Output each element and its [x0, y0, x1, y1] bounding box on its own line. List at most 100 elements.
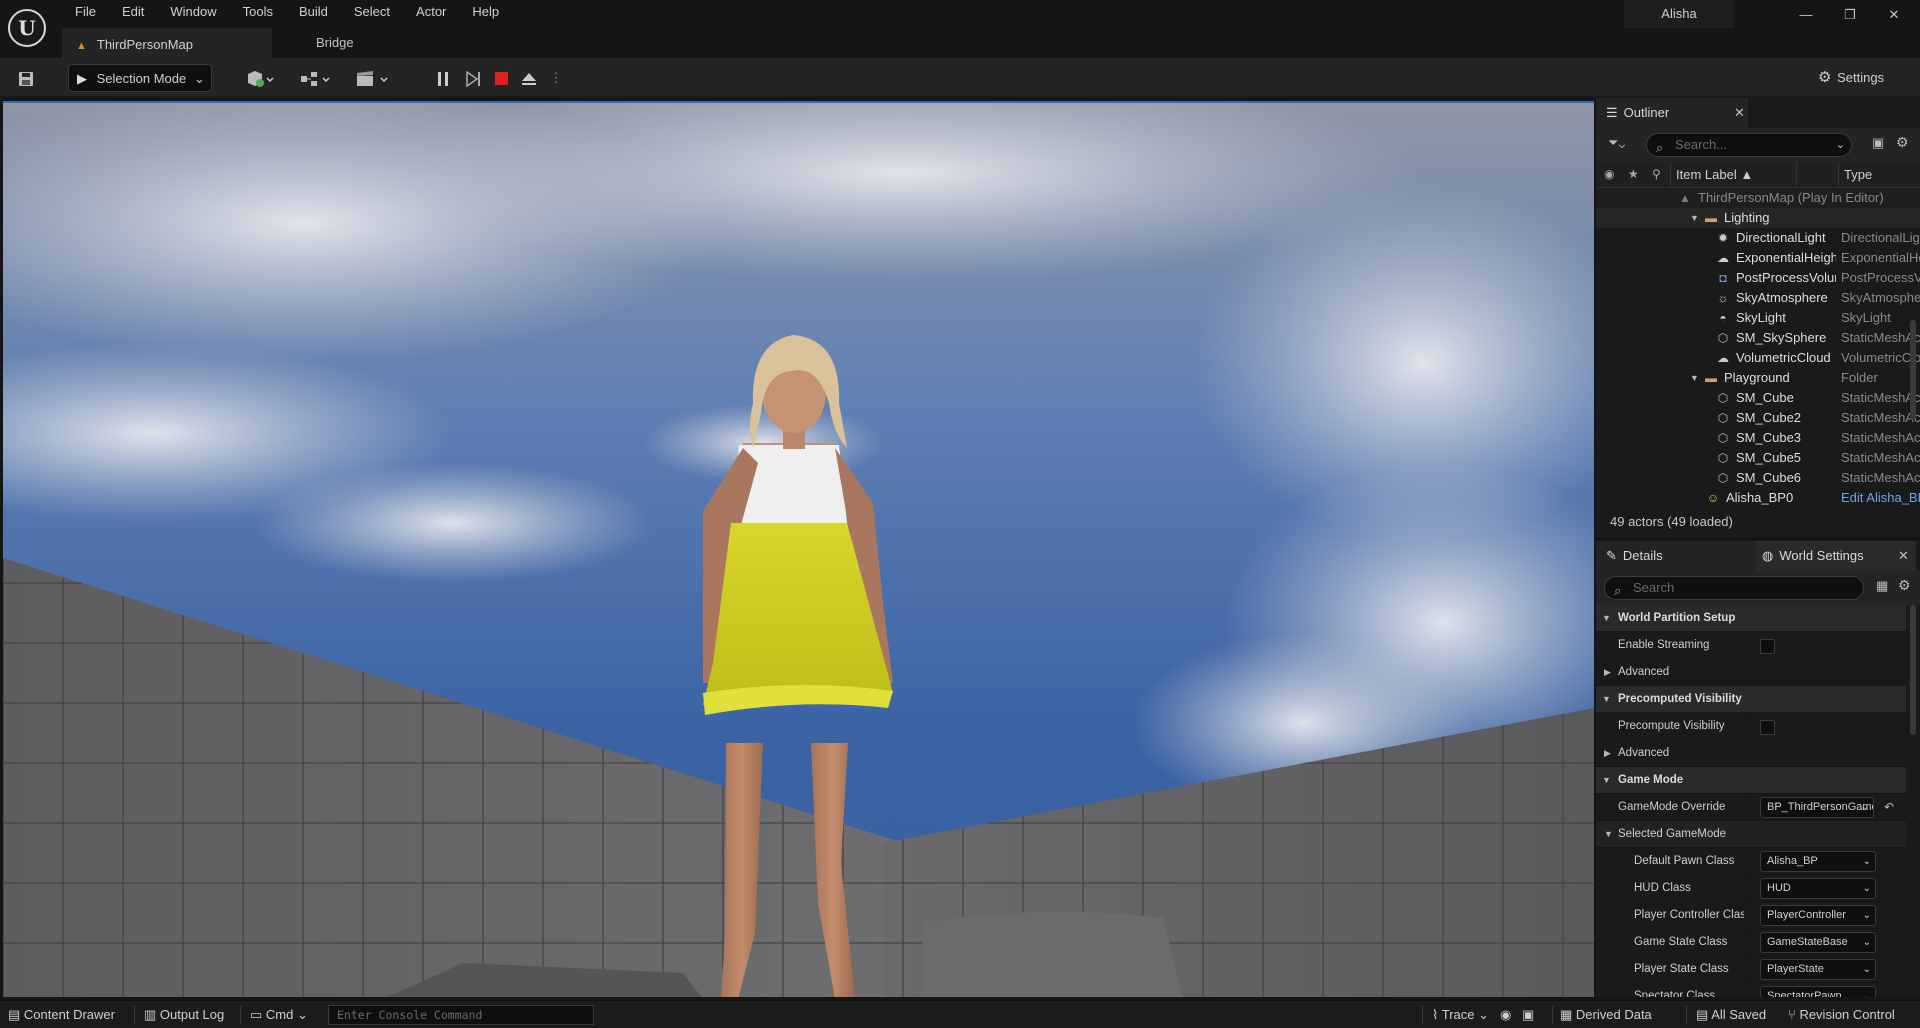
screenshot-icon[interactable]: ▣ — [1522, 1001, 1534, 1028]
details-property-row[interactable]: PlayerController ⌄ Player Controller Class — [1596, 902, 1906, 929]
gear-icon[interactable]: ⚙ — [1896, 134, 1909, 151]
property-dropdown[interactable]: PlayerController ⌄ — [1760, 905, 1876, 926]
menu-select[interactable]: Select — [341, 0, 403, 24]
outliner-actor-row[interactable]: ☺ Alisha_BP0 Edit Alisha_BP — [1596, 488, 1920, 508]
blueprint-button[interactable] — [296, 64, 336, 92]
stop-button[interactable] — [490, 64, 512, 92]
play-options-icon[interactable]: ⋮ — [548, 64, 564, 92]
outliner-scrollbar[interactable] — [1910, 320, 1916, 420]
details-property-row[interactable]: GameStateBase ⌄ Game State Class — [1596, 929, 1906, 956]
tab-bridge[interactable]: Bridge — [302, 28, 368, 58]
revision-control-button[interactable]: ⑂ Revision Control — [1788, 1001, 1895, 1028]
menu-help[interactable]: Help — [459, 0, 512, 24]
menu-window[interactable]: Window — [157, 0, 229, 24]
close-window-button[interactable]: ✕ — [1872, 0, 1916, 30]
star-icon[interactable]: ★ — [1628, 167, 1639, 181]
menu-edit[interactable]: Edit — [109, 0, 157, 24]
filter-icon[interactable]: ⏷⌄ — [1608, 135, 1625, 151]
pause-button[interactable] — [432, 64, 454, 92]
derived-data-button[interactable]: ▦ Derived Data — [1560, 1001, 1652, 1028]
settings-button[interactable]: ⚙ Settings ⌄ — [1818, 64, 1898, 113]
content-drawer-button[interactable]: ▤ Content Drawer — [8, 1001, 115, 1028]
tab-thirdpersonmap[interactable]: ▲ ThirdPersonMap — [62, 28, 272, 58]
property-dropdown[interactable]: SpectatorPawn ⌄ — [1760, 986, 1876, 997]
save-icon[interactable] — [14, 64, 38, 92]
save-all-button[interactable]: ▤ All Saved — [1696, 1001, 1766, 1028]
property-dropdown[interactable]: GameStateBase ⌄ — [1760, 932, 1876, 953]
close-icon[interactable]: ✕ — [1898, 541, 1909, 571]
eject-button[interactable] — [518, 64, 540, 92]
close-icon[interactable]: ✕ — [1734, 98, 1745, 128]
user-account[interactable]: Alisha — [1624, 0, 1734, 28]
outliner-actor-row[interactable]: ✹ DirectionalLight DirectionalLight — [1596, 228, 1920, 248]
details-property-row[interactable]: BP_ThirdPersonGameMode⌄ ↶ GameMode Overrid… — [1596, 794, 1906, 821]
add-folder-icon[interactable]: ▣ — [1872, 135, 1884, 151]
cinematics-button[interactable] — [352, 64, 394, 92]
outliner-folder-row[interactable]: ▼ ▬ Lighting — [1596, 208, 1920, 228]
viewport-scene[interactable] — [3, 103, 1594, 997]
outliner-actor-row[interactable]: ⬡ SM_Cube3 StaticMeshActor — [1596, 428, 1920, 448]
selection-mode-dropdown[interactable]: ▶ Selection Mode ⌄ — [68, 64, 212, 92]
expand-arrow-icon[interactable]: ▶ — [1604, 740, 1611, 767]
cmd-dropdown[interactable]: ▭ Cmd ⌄ — [250, 1001, 308, 1028]
menu-build[interactable]: Build — [286, 0, 341, 24]
trace-button[interactable]: ⌇ Trace ⌄ — [1432, 1001, 1489, 1028]
outliner-search-input[interactable]: ⌕ Search... ⌄ — [1646, 133, 1852, 157]
output-log-button[interactable]: ▥ Output Log — [144, 1001, 224, 1028]
property-dropdown[interactable]: Alisha_BP ⌄ — [1760, 851, 1876, 872]
details-property-row[interactable]: Alisha_BP ⌄ Default Pawn Class — [1596, 848, 1906, 875]
outliner-actor-row[interactable]: ☁ ExponentialHeightFog ExponentialHeightFo… — [1596, 248, 1920, 268]
details-advanced-section[interactable]: ▶ Advanced — [1596, 659, 1906, 686]
expand-arrow-icon[interactable]: ▼ — [1690, 368, 1699, 388]
tab-world-settings[interactable]: ◍ World Settings ✕ — [1756, 541, 1916, 571]
details-category[interactable]: ▼ World Partition Setup — [1596, 605, 1906, 632]
collapse-arrow-icon[interactable]: ▼ — [1602, 686, 1611, 713]
level-viewport[interactable] — [3, 101, 1594, 997]
details-property-row[interactable]: HUD ⌄ HUD Class — [1596, 875, 1906, 902]
pin-icon[interactable]: ⚲ — [1652, 167, 1661, 181]
property-checkbox[interactable] — [1760, 639, 1775, 654]
column-type[interactable]: Type — [1844, 167, 1872, 182]
property-checkbox[interactable] — [1760, 720, 1775, 735]
details-property-row[interactable]: PlayerState ⌄ Player State Class — [1596, 956, 1906, 983]
outliner-actor-row[interactable]: ⬡ SM_Cube6 StaticMeshActor — [1596, 468, 1920, 488]
edit-blueprint-link[interactable]: Edit Alisha_BP — [1841, 488, 1920, 508]
tab-details[interactable]: ✎ Details — [1596, 541, 1756, 571]
outliner-actor-row[interactable]: ◓ SkyLight SkyLight — [1596, 308, 1920, 328]
collapse-arrow-icon[interactable]: ▼ — [1602, 605, 1611, 632]
expand-arrow-icon[interactable]: ▼ — [1690, 208, 1699, 228]
menu-file[interactable]: File — [62, 0, 109, 24]
unreal-logo-icon[interactable]: U — [8, 9, 46, 47]
eye-icon[interactable]: ◉ — [1604, 167, 1614, 181]
chevron-down-icon[interactable]: ⌄ — [1836, 134, 1845, 156]
details-advanced-section[interactable]: ▶ Advanced — [1596, 740, 1906, 767]
record-icon[interactable]: ◉ — [1500, 1001, 1511, 1028]
outliner-actor-row[interactable]: ◘ PostProcessVolume PostProcessVolume — [1596, 268, 1920, 288]
outliner-actor-row[interactable]: ⬡ SM_Cube2 StaticMeshActor — [1596, 408, 1920, 428]
console-command-input[interactable]: Enter Console Command — [328, 1005, 594, 1025]
details-property-row[interactable]: SpectatorPawn ⌄ Spectator Class — [1596, 983, 1906, 997]
details-category[interactable]: ▼ Game Mode — [1596, 767, 1906, 794]
details-property-row[interactable]: Precompute Visibility — [1596, 713, 1906, 740]
reset-to-default-icon[interactable]: ↶ — [1884, 794, 1894, 821]
details-property-row[interactable]: Enable Streaming — [1596, 632, 1906, 659]
step-frame-button[interactable] — [462, 64, 484, 92]
outliner-actor-row[interactable]: ⬡ SM_Cube5 StaticMeshActor — [1596, 448, 1920, 468]
details-subcategory[interactable]: ▼ Selected GameMode — [1596, 821, 1906, 848]
minimize-button[interactable]: — — [1784, 0, 1828, 30]
gear-icon[interactable]: ⚙ — [1898, 577, 1911, 594]
outliner-actor-row[interactable]: ⬡ SM_Cube StaticMeshActor — [1596, 388, 1920, 408]
outliner-folder-row[interactable]: ▼ ▬ Playground Folder — [1596, 368, 1920, 388]
details-category[interactable]: ▼ Precomputed Visibility — [1596, 686, 1906, 713]
property-dropdown[interactable]: BP_ThirdPersonGameMode⌄ — [1760, 797, 1874, 818]
tab-outliner[interactable]: ☰ Outliner ✕ — [1596, 98, 1748, 128]
menu-actor[interactable]: Actor — [403, 0, 459, 24]
outliner-actor-row[interactable]: ☼ SkyAtmosphere SkyAtmosphere — [1596, 288, 1920, 308]
outliner-root-row[interactable]: ▲ ThirdPersonMap (Play In Editor) — [1596, 188, 1920, 208]
collapse-arrow-icon[interactable]: ▼ — [1604, 821, 1613, 848]
property-dropdown[interactable]: PlayerState ⌄ — [1760, 959, 1876, 980]
menu-tools[interactable]: Tools — [230, 0, 286, 24]
outliner-actor-row[interactable]: ☁ VolumetricCloud VolumetricCloud — [1596, 348, 1920, 368]
column-item-label[interactable]: Item Label ▲ — [1676, 167, 1753, 182]
table-view-icon[interactable]: ▦ — [1876, 578, 1888, 594]
